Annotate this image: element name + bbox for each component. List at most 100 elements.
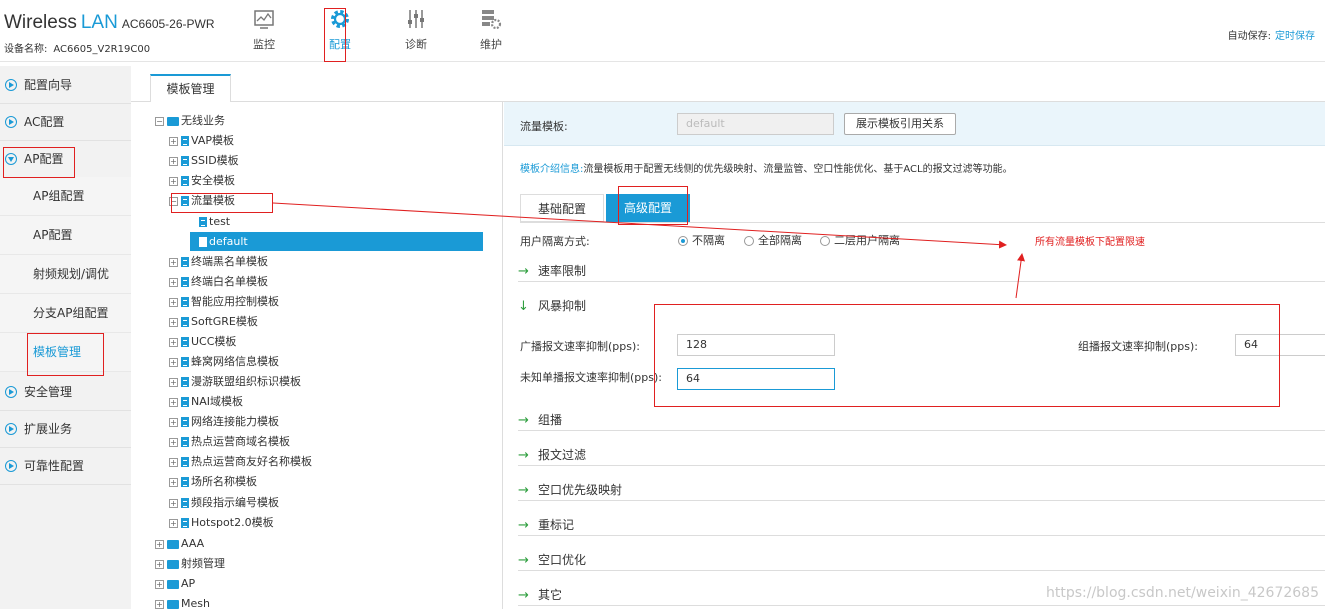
- expand-toggle-icon[interactable]: +: [155, 559, 164, 569]
- expand-toggle-icon[interactable]: +: [169, 397, 178, 407]
- section-priority-mapping[interactable]: → 空口优先级映射: [518, 481, 1325, 501]
- section-remark[interactable]: → 重标记: [518, 516, 1325, 536]
- isolation-option-none[interactable]: 不隔离: [678, 232, 725, 248]
- expand-toggle-icon[interactable]: +: [169, 357, 178, 367]
- expand-toggle-icon[interactable]: +: [169, 297, 178, 307]
- expand-toggle-icon[interactable]: +: [169, 518, 178, 528]
- show-relation-button[interactable]: 展示模板引用关系: [844, 113, 956, 135]
- section-title: 报文过滤: [538, 448, 587, 462]
- expand-circle-icon: [5, 423, 17, 435]
- tree-node-radio[interactable]: + 射频管理: [155, 554, 225, 573]
- sidebar-sub-branch-ap[interactable]: 分支AP组配置: [0, 294, 131, 333]
- section-multicast[interactable]: → 组播: [518, 411, 1325, 431]
- expand-toggle-icon[interactable]: +: [155, 539, 164, 549]
- tree-node-template[interactable]: + 终端白名单模板: [169, 272, 268, 291]
- tree-node-wireless[interactable]: − 无线业务: [155, 111, 225, 130]
- document-icon: [181, 377, 189, 387]
- expand-toggle-icon[interactable]: +: [169, 337, 178, 347]
- tree-node-mesh[interactable]: + Mesh: [155, 594, 210, 609]
- tree-node-template[interactable]: + NAI域模板: [169, 392, 243, 411]
- document-icon: [181, 156, 189, 166]
- document-icon: [181, 176, 189, 186]
- document-icon: [181, 417, 189, 427]
- isolation-option-l2[interactable]: 二层用户隔离: [820, 232, 900, 248]
- section-rate-limit[interactable]: → 速率限制: [518, 262, 1325, 282]
- tree-leaf-test[interactable]: test: [199, 212, 230, 231]
- tree-node-label: 安全模板: [191, 174, 235, 187]
- expand-circle-icon: [5, 460, 17, 472]
- section-packet-filter[interactable]: → 报文过滤: [518, 446, 1325, 466]
- tree-node-template[interactable]: + 热点运营商友好名称模板: [169, 452, 312, 471]
- tree-node-template[interactable]: + 频段指示编号模板: [169, 493, 279, 512]
- tree-node-template[interactable]: + 蜂窝网络信息模板: [169, 352, 279, 371]
- expand-toggle-icon[interactable]: +: [155, 599, 164, 609]
- tree-leaf-default[interactable]: default: [190, 232, 483, 251]
- tree-node-template[interactable]: + Hotspot2.0模板: [169, 513, 274, 532]
- tree-node-label: 无线业务: [181, 114, 225, 127]
- section-air-optimization[interactable]: → 空口优化: [518, 551, 1325, 571]
- tree-node-template[interactable]: + 安全模板: [169, 171, 235, 190]
- tree-node-label: AP: [181, 577, 196, 590]
- nav-diagnose[interactable]: 诊断: [391, 8, 441, 52]
- tree-node-template[interactable]: + SoftGRE模板: [169, 312, 258, 331]
- sidebar-item-label: 可靠性配置: [24, 459, 85, 473]
- expand-toggle-icon[interactable]: +: [155, 579, 164, 589]
- expand-toggle-icon[interactable]: +: [169, 437, 178, 447]
- sidebar-sub-ap[interactable]: AP配置: [0, 216, 131, 255]
- sidebar-item-reliability[interactable]: 可靠性配置: [0, 447, 131, 485]
- tree-node-template[interactable]: + 网络连接能力模板: [169, 412, 279, 431]
- radio-label: 不隔离: [692, 234, 725, 247]
- tree-node-template[interactable]: + 漫游联盟组织标识模板: [169, 372, 301, 391]
- arrow-right-icon: →: [518, 588, 529, 603]
- tree-node-label: Hotspot2.0模板: [191, 516, 274, 529]
- tab-template-mgmt[interactable]: 模板管理: [150, 74, 231, 103]
- sidebar-sub-radio[interactable]: 射频规划/调优: [0, 255, 131, 294]
- isolation-option-all[interactable]: 全部隔离: [744, 232, 802, 248]
- tab-bar: 模板管理: [131, 66, 1325, 103]
- tree-node-template[interactable]: + 热点运营商域名模板: [169, 432, 290, 451]
- arrow-right-icon: →: [518, 518, 529, 533]
- expand-toggle-icon[interactable]: +: [169, 317, 178, 327]
- nav-monitor[interactable]: 监控: [239, 8, 289, 52]
- radio-selected-icon: [678, 236, 688, 246]
- document-icon: [181, 457, 189, 467]
- app-root: Wireless LAN AC6605-26-PWR 设备名称: AC6605_V2R…: [0, 0, 1325, 609]
- expand-toggle-icon[interactable]: +: [169, 176, 178, 186]
- document-icon: [199, 217, 207, 227]
- collapse-toggle-icon[interactable]: −: [155, 116, 164, 126]
- section-title: 空口优化: [538, 553, 587, 567]
- tree-node-template[interactable]: + 场所名称模板: [169, 472, 257, 491]
- tree-node-label: 智能应用控制模板: [191, 295, 279, 308]
- watermark: https://blog.csdn.net/weixin_42672685: [1045, 585, 1319, 601]
- expand-toggle-icon[interactable]: +: [169, 257, 178, 267]
- nav-maintain[interactable]: 维护: [466, 8, 516, 52]
- tree-node-template[interactable]: + 终端黑名单模板: [169, 252, 268, 271]
- tree-node-template[interactable]: + 智能应用控制模板: [169, 292, 279, 311]
- tree-node-aaa[interactable]: + AAA: [155, 534, 204, 553]
- sidebar-sub-ap-group[interactable]: AP组配置: [0, 177, 131, 216]
- sidebar-item-extension[interactable]: 扩展业务: [0, 410, 131, 448]
- tab-basic-config[interactable]: 基础配置: [520, 194, 604, 222]
- annotation-box-traffic-template: [171, 193, 273, 213]
- expand-toggle-icon[interactable]: +: [169, 417, 178, 427]
- tree-node-template[interactable]: + UCC模板: [169, 332, 236, 351]
- sidebar-item-security[interactable]: 安全管理: [0, 373, 131, 411]
- autosave-link[interactable]: 定时保存: [1275, 31, 1315, 42]
- expand-toggle-icon[interactable]: +: [169, 136, 178, 146]
- tree-node-ap[interactable]: + AP: [155, 574, 195, 593]
- annotation-note: 所有流量模板下配置限速: [1035, 237, 1145, 248]
- tree-node-label: 热点运营商域名模板: [191, 435, 290, 448]
- expand-toggle-icon[interactable]: +: [169, 277, 178, 287]
- document-icon: [181, 357, 189, 367]
- expand-toggle-icon[interactable]: +: [169, 457, 178, 467]
- tree-node-template[interactable]: + VAP模板: [169, 131, 234, 150]
- expand-toggle-icon[interactable]: +: [169, 498, 178, 508]
- sidebar-item-wizard[interactable]: 配置向导: [0, 66, 131, 104]
- document-icon: [181, 317, 189, 327]
- tree-node-label: 终端白名单模板: [191, 275, 268, 288]
- expand-toggle-icon[interactable]: +: [169, 477, 178, 487]
- expand-toggle-icon[interactable]: +: [169, 377, 178, 387]
- tree-node-template[interactable]: + SSID模板: [169, 151, 239, 170]
- sidebar-item-ac-config[interactable]: AC配置: [0, 103, 131, 141]
- expand-toggle-icon[interactable]: +: [169, 156, 178, 166]
